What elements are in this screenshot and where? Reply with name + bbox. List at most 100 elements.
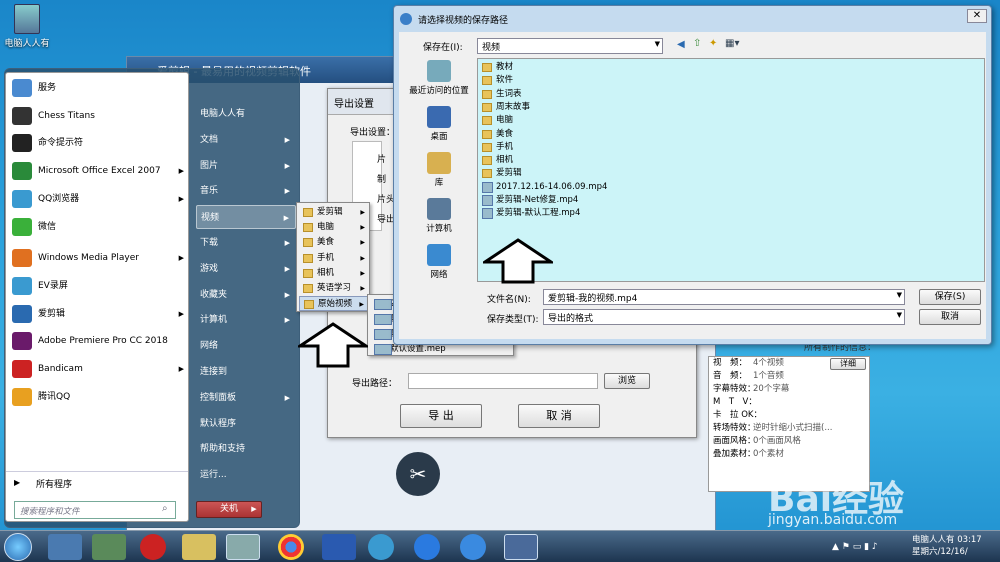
save-dialog: 请选择视频的保存路径 ✕ 保存在(I): 视频 ▼ ◀ ⇧ ✦ ▦▾ 最近访问的位…: [393, 5, 992, 345]
start-place-13[interactable]: 帮助和支持: [196, 437, 296, 461]
start-place-14[interactable]: 运行...: [196, 463, 296, 487]
save-button[interactable]: 保存(S): [919, 289, 981, 305]
start-search-input[interactable]: 搜索程序和文件: [14, 501, 176, 519]
cancel-button[interactable]: 取消: [919, 309, 981, 325]
file-item-9[interactable]: 2017.12.16-14.06.09.mp4: [480, 181, 607, 194]
start-item-1[interactable]: Chess Titans: [8, 103, 188, 129]
file-item-6[interactable]: 手机: [480, 141, 513, 154]
submenu-label: 相机: [317, 267, 335, 278]
file-item-10[interactable]: 爱剪辑-Net修复.mp4: [480, 194, 578, 207]
start-place-10[interactable]: 连接到: [196, 360, 296, 384]
start-place-3[interactable]: 音乐 ▶: [196, 179, 296, 203]
export-row-2: 片头: [377, 195, 396, 205]
control-panel-taskbar-icon[interactable]: [92, 534, 126, 560]
video-submenu-item-0[interactable]: 爱剪辑 ▶: [299, 205, 369, 220]
start-orb-icon[interactable]: [4, 533, 32, 561]
start-item-2[interactable]: 命令提示符: [8, 130, 188, 156]
sogou-taskbar-icon[interactable]: [414, 534, 440, 560]
start-place-2[interactable]: 图片 ▶: [196, 154, 296, 178]
start-item-8[interactable]: 爱剪辑 ▶: [8, 301, 188, 327]
start-place-11[interactable]: 控制面板 ▶: [196, 386, 296, 410]
start-place-6[interactable]: 游戏 ▶: [196, 257, 296, 281]
paint-taskbar-icon[interactable]: [226, 534, 260, 560]
ie-taskbar-icon[interactable]: [460, 534, 486, 560]
start-item-11[interactable]: 腾讯QQ: [8, 384, 188, 410]
start-item-label: 腾讯QQ: [38, 391, 71, 402]
export-cancel-button[interactable]: 取 消: [518, 404, 600, 428]
up-folder-icon[interactable]: ⇧: [693, 38, 701, 49]
tray-icons[interactable]: ▲ ⚑ ▭ ▮ ♪: [832, 542, 878, 552]
file-item-0[interactable]: 教材: [480, 61, 513, 74]
start-item-label: 爱剪辑: [38, 308, 66, 319]
start-place-4[interactable]: 视频 ▶: [196, 205, 296, 230]
word-taskbar-icon[interactable]: [322, 534, 356, 560]
start-item-5[interactable]: 微信: [8, 214, 188, 240]
place-3[interactable]: 计算机: [403, 198, 475, 234]
start-place-1[interactable]: 文档 ▶: [196, 128, 296, 152]
file-list[interactable]: 教材 软件 生词表 周末故事 电脑 美食 手机 相机 爱剪辑 2017.12.16-14.06.0…: [477, 58, 985, 282]
chess-taskbar-icon[interactable]: [140, 534, 166, 560]
chevron-right-icon: ▶: [284, 239, 290, 247]
program-icon: [12, 332, 32, 351]
folder-icon: [14, 4, 40, 34]
all-programs-link[interactable]: 所有程序: [36, 477, 72, 490]
video-submenu-item-4[interactable]: 相机 ▶: [299, 266, 369, 281]
file-item-8[interactable]: 爱剪辑: [480, 167, 522, 180]
file-item-5[interactable]: 美食: [480, 128, 513, 141]
start-place-12[interactable]: 默认程序: [196, 412, 296, 436]
clock[interactable]: 电脑人人有 03:17 星期六/12/16/: [912, 534, 982, 558]
video-submenu-item-2[interactable]: 美食 ▶: [299, 235, 369, 250]
file-item-1[interactable]: 软件: [480, 74, 513, 87]
folder-taskbar-icon[interactable]: [182, 534, 216, 560]
video-submenu-item-3[interactable]: 手机 ▶: [299, 251, 369, 266]
chrome-taskbar-icon[interactable]: [278, 534, 304, 560]
up-arrow-annotation-2: [483, 238, 553, 284]
start-item-0[interactable]: 服务: [8, 75, 188, 101]
view-menu-icon[interactable]: ▦▾: [725, 38, 739, 49]
file-item-4[interactable]: 电脑: [480, 114, 513, 127]
start-item-9[interactable]: Adobe Premiere Pro CC 2018: [8, 328, 188, 354]
places-bar: 最近访问的位置 桌面库计算机网络: [403, 58, 475, 284]
desktop-taskbar-icon[interactable]: [48, 534, 82, 560]
new-folder-icon[interactable]: ✦: [709, 38, 717, 49]
start-place-9[interactable]: 网络: [196, 334, 296, 358]
file-item-2[interactable]: 生词表: [480, 88, 522, 101]
export-path-input[interactable]: [408, 373, 598, 389]
browse-button[interactable]: 浏览: [604, 373, 650, 389]
start-item-6[interactable]: Windows Media Player ▶: [8, 245, 188, 271]
video-submenu-item-6[interactable]: 原始视频 ▶: [299, 296, 369, 312]
start-item-7[interactable]: EV录屏: [8, 273, 188, 299]
start-item-4[interactable]: QQ浏览器 ▶: [8, 186, 188, 212]
video-file-icon: [482, 208, 493, 220]
shutdown-options-arrow-icon[interactable]: ▶: [246, 501, 262, 518]
video-submenu-item-5[interactable]: 英语学习 ▶: [299, 281, 369, 296]
start-place-0[interactable]: 电脑人人有: [196, 102, 296, 126]
aijianji-taskbar-icon[interactable]: [504, 534, 538, 560]
chevron-down-icon: ▼: [896, 311, 902, 319]
place-1[interactable]: 桌面: [403, 106, 475, 142]
start-item-3[interactable]: Microsoft Office Excel 2007 ▶: [8, 158, 188, 184]
place-4[interactable]: 网络: [403, 244, 475, 280]
file-item-11[interactable]: 爱剪辑-默认工程.mp4: [480, 207, 580, 220]
desktop-icon-user[interactable]: 电脑人人有: [2, 4, 52, 49]
start-place-5[interactable]: 下载 ▶: [196, 231, 296, 255]
start-place-7[interactable]: 收藏夹 ▶: [196, 283, 296, 307]
qq-browser-taskbar-icon[interactable]: [368, 534, 394, 560]
video-submenu-item-1[interactable]: 电脑 ▶: [299, 220, 369, 235]
start-item-10[interactable]: Bandicam ▶: [8, 356, 188, 382]
scissors-icon[interactable]: ✂: [396, 452, 440, 496]
program-icon: [12, 134, 32, 153]
detail-button[interactable]: 详细: [830, 358, 866, 370]
save-dialog-title: 请选择视频的保存路径: [418, 16, 509, 26]
place-2[interactable]: 库: [403, 152, 475, 188]
back-icon[interactable]: ◀: [677, 39, 685, 50]
file-item-3[interactable]: 周末故事: [480, 101, 530, 114]
start-place-8[interactable]: 计算机 ▶: [196, 308, 296, 332]
close-icon[interactable]: ✕: [967, 9, 987, 23]
place-0[interactable]: 最近访问的位置: [403, 60, 475, 96]
export-button[interactable]: 导 出: [400, 404, 482, 428]
filename-input[interactable]: 爱剪辑-我的视频.mp4 ▼: [543, 289, 905, 305]
file-item-7[interactable]: 相机: [480, 154, 513, 167]
save-in-select[interactable]: 视频 ▼: [477, 38, 663, 54]
filetype-select[interactable]: 导出的格式 ▼: [543, 309, 905, 325]
